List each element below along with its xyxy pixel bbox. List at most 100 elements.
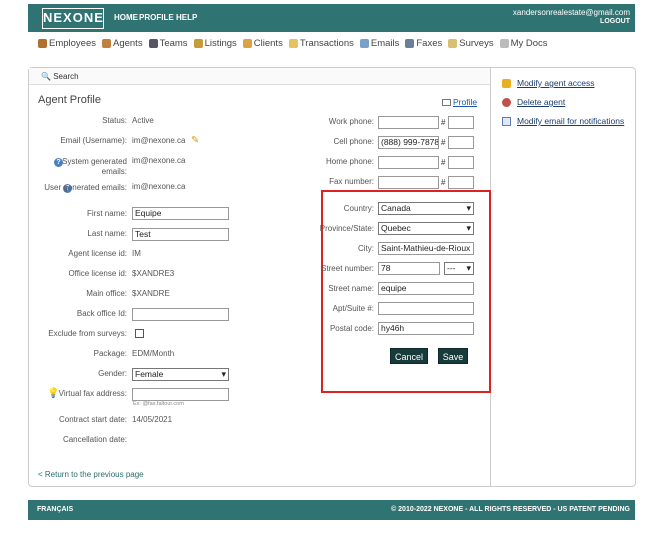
home-ext-input[interactable] (448, 156, 474, 169)
contract-start-label: Contract start date: (58, 415, 127, 424)
nexone-logo[interactable]: NEXONE (42, 8, 104, 29)
virtual-fax-input[interactable] (132, 388, 229, 401)
modify-access-item[interactable]: Modify agent access (502, 78, 594, 89)
nav-employees[interactable]: Employees (38, 38, 96, 49)
main-office-label: Main office: (86, 289, 127, 298)
profile-link[interactable]: Profile (442, 97, 477, 107)
home-phone-input[interactable] (378, 156, 439, 169)
edit-pencil-icon[interactable]: ✎ (191, 135, 199, 146)
status-value: Active (132, 116, 154, 125)
work-phone-input[interactable] (378, 116, 439, 129)
modify-email-item[interactable]: Modify email for notifications (502, 116, 624, 127)
modify-email-notifications-link[interactable]: Modify email for notifications (517, 116, 624, 126)
nav-profile[interactable]: PROFILE (139, 13, 174, 22)
cell-phone-label: Cell phone: (333, 137, 374, 146)
employees-icon (38, 38, 47, 48)
street-suffix-select[interactable]: --- (444, 262, 474, 275)
survey-icon (448, 38, 458, 48)
nav-teams[interactable]: Teams (148, 38, 188, 49)
cell-phone-input[interactable]: (888) 999-7878 (378, 136, 439, 149)
first-name-label: First name: (86, 209, 127, 218)
clients-icon (242, 38, 252, 48)
user-email-label: User generated emails: (44, 183, 127, 192)
work-ext-input[interactable] (448, 116, 474, 129)
profile-icon (442, 99, 451, 107)
cancellation-date-label: Cancellation date: (62, 435, 127, 444)
footer-bar: FRANÇAIS © 2010-2022 NEXONE - ALL RIGHTS… (28, 500, 635, 520)
exclude-surveys-checkbox[interactable] (135, 329, 144, 338)
folder-icon (288, 38, 298, 48)
copyright-text: © 2010-2022 NEXONE - ALL RIGHTS RESERVED… (391, 506, 630, 513)
province-label: Province/State: (319, 224, 374, 233)
delete-agent-link[interactable]: Delete agent (517, 97, 565, 107)
fax-icon (405, 38, 415, 48)
street-number-input[interactable]: 78 (378, 262, 440, 275)
fax-ext-input[interactable] (448, 176, 474, 189)
cell-ext-input[interactable] (448, 136, 474, 149)
save-button[interactable]: Save (438, 348, 468, 364)
teams-icon (148, 38, 158, 48)
office-license-label: Office license id: (68, 269, 127, 278)
province-select[interactable]: Quebec (378, 222, 474, 235)
delete-agent-item[interactable]: Delete agent (502, 97, 565, 108)
postal-code-input[interactable]: hy46h (378, 322, 474, 335)
nav-transactions[interactable]: Transactions (288, 38, 354, 49)
office-license-value: $XANDRE3 (132, 269, 175, 278)
nav-emails[interactable]: Emails (359, 38, 399, 49)
license-label: Agent license id: (68, 249, 127, 258)
delete-user-icon (502, 98, 511, 108)
gender-select[interactable]: Female (132, 368, 229, 381)
nav-help[interactable]: HELP (176, 13, 197, 22)
virtual-fax-hint: Ex: @fax.faltour.com (133, 401, 184, 407)
apt-suite-input[interactable] (378, 302, 474, 315)
city-input[interactable]: Saint-Mathieu-de-Rioux (378, 242, 474, 255)
system-email-value: im@nexone.ca (132, 156, 186, 165)
user-email-value: im@nexone.ca (132, 182, 186, 191)
virtual-fax-label: Virtual fax address: (58, 389, 127, 398)
agents-icon (102, 38, 111, 48)
lock-icon (502, 79, 511, 89)
country-select[interactable]: Canada (378, 202, 474, 215)
nav-agents[interactable]: Agents (102, 38, 143, 49)
nav-faxes[interactable]: Faxes (405, 38, 442, 49)
modify-agent-access-link[interactable]: Modify agent access (517, 78, 594, 88)
fax-number-input[interactable] (378, 176, 439, 189)
back-office-input[interactable] (132, 308, 229, 321)
nav-surveys[interactable]: Surveys (448, 38, 494, 49)
last-name-label: Last name: (87, 229, 127, 238)
search-label[interactable]: 🔍 Search (41, 72, 79, 81)
ext-hash: # (441, 118, 446, 127)
email-icon (359, 38, 369, 48)
street-number-label: Street number: (321, 264, 374, 273)
back-office-label: Back office Id: (76, 309, 127, 318)
main-office-value: $XANDRE (132, 289, 170, 298)
ext-hash: # (441, 138, 446, 147)
package-label: Package: (93, 349, 127, 358)
nav-home[interactable]: HOME (114, 13, 138, 22)
work-phone-label: Work phone: (328, 117, 374, 126)
nav-clients[interactable]: Clients (242, 38, 283, 49)
license-value: IM (132, 249, 141, 258)
ext-hash: # (441, 178, 446, 187)
back-link[interactable]: < Return to the previous page (38, 470, 144, 479)
main-navigation: Employees Agents Teams Listings Clients … (38, 36, 554, 50)
logout-link[interactable]: LOGOUT (600, 18, 630, 25)
first-name-input[interactable]: Equipe (132, 207, 229, 220)
home-phone-label: Home phone: (325, 157, 374, 166)
language-link[interactable]: FRANÇAIS (37, 506, 73, 513)
page-title: Agent Profile (38, 94, 101, 106)
street-name-label: Street name: (328, 284, 374, 293)
envelope-icon (502, 117, 511, 127)
nav-my-docs[interactable]: My Docs (499, 38, 548, 49)
fax-number-label: Fax number: (329, 177, 374, 186)
package-value: EDM/Month (132, 349, 175, 358)
contract-start-value: 14/05/2021 (132, 415, 173, 424)
apt-suite-label: Apt/Suite #: (332, 304, 374, 313)
last-name-input[interactable]: Test (132, 228, 229, 241)
country-label: Country: (343, 204, 374, 213)
nav-listings[interactable]: Listings (193, 38, 237, 49)
search-bar[interactable]: 🔍 Search (29, 68, 490, 85)
street-name-input[interactable]: equipe (378, 282, 474, 295)
cancel-button[interactable]: Cancel (390, 348, 428, 364)
account-email: xandersonrealestate@gmail.com (512, 8, 630, 17)
